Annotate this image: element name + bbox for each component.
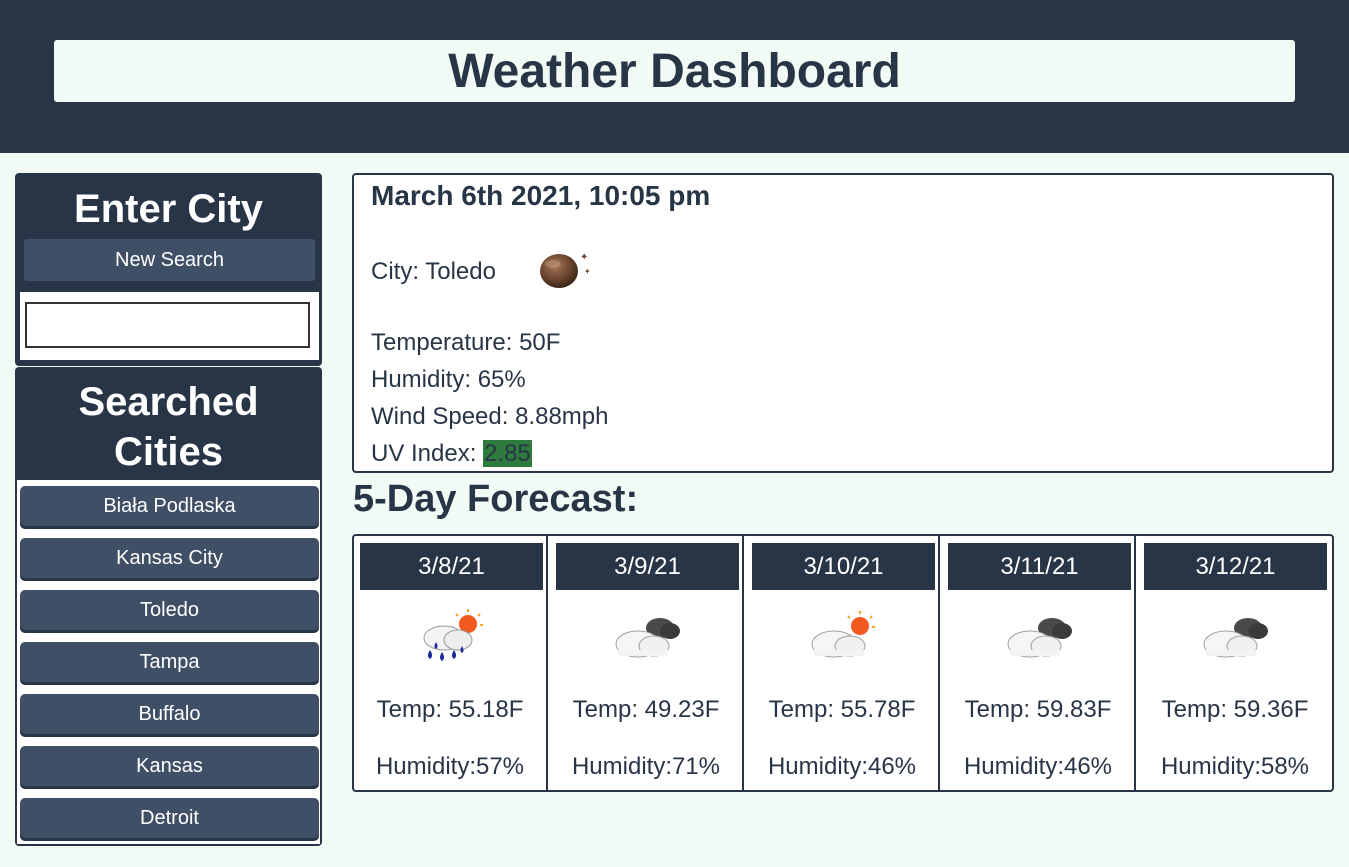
city-button-kansas-city[interactable]: Kansas City [20, 538, 319, 578]
current-weather-card: March 6th 2021, 10:05 pm City: Toledo ✦ … [352, 173, 1334, 473]
current-humidity: Humidity: 65% [371, 366, 526, 393]
forecast-date: 3/9/21 [556, 543, 739, 590]
svg-text:✦: ✦ [584, 267, 591, 276]
cloudy-icon [1007, 618, 1072, 658]
searched-cities-heading: Searched Cities [17, 377, 320, 477]
forecast-date: 3/12/21 [1144, 543, 1327, 590]
city-button-detroit[interactable]: Detroit [20, 798, 319, 838]
page-header: Weather Dashboard [0, 0, 1349, 153]
forecast-date: 3/10/21 [752, 543, 935, 590]
cloudy-icon [615, 618, 680, 658]
forecast-humidity: Humidity:46% [767, 753, 917, 780]
forecast-humidity: Humidity:57% [375, 753, 525, 780]
city-button-tampa[interactable]: Tampa [20, 642, 319, 682]
city-button-kansas[interactable]: Kansas [20, 746, 319, 786]
forecast-humidity: Humidity:58% [1160, 753, 1310, 780]
uv-label: UV Index: [371, 440, 484, 467]
svg-text:✦: ✦ [580, 252, 588, 263]
forecast-date: 3/8/21 [360, 543, 543, 590]
night-clear-moon-icon: ✦ ✦ [540, 252, 591, 288]
current-temperature: Temperature: 50F [371, 329, 561, 356]
search-input-wrapper [20, 292, 319, 360]
cloudy-icon [1203, 618, 1268, 658]
forecast-date: 3/11/21 [948, 543, 1131, 590]
rain-sun-icon [423, 609, 483, 661]
forecast-day-card: 3/11/21 Temp: 59.83F Humidity:46% [942, 536, 1136, 790]
partly-sunny-icon [811, 611, 875, 658]
forecast-humidity: Humidity:71% [571, 753, 721, 780]
city-button-buffalo[interactable]: Buffalo [20, 694, 319, 734]
title-banner: Weather Dashboard [54, 40, 1295, 102]
forecast-temp: Temp: 55.78F [768, 696, 916, 723]
city-button-biala-podlaska[interactable]: Biała Podlaska [20, 486, 319, 526]
forecast-day-card: 3/10/21 Temp: 55.78F Humidity:46% [746, 536, 940, 790]
current-uv-index: UV Index: 2.85 [371, 440, 532, 468]
searched-heading-line2: Cities [114, 430, 223, 474]
city-list: Biała Podlaska Kansas City Toledo Tampa … [17, 480, 320, 844]
forecast-container: 3/8/21 Temp: 55.18F Humidity:57% 3/9/21 [352, 534, 1334, 792]
forecast-heading: 5-Day Forecast: [353, 478, 639, 520]
forecast-humidity: Humidity:46% [963, 753, 1113, 780]
current-city: City: Toledo [371, 258, 496, 285]
enter-city-heading: Enter City [74, 187, 263, 231]
searched-cities-panel: Searched Cities Biała Podlaska Kansas Ci… [15, 367, 322, 846]
forecast-day-card: 3/12/21 Temp: 59.36F Humidity:58% [1138, 536, 1332, 790]
forecast-temp: Temp: 59.36F [1161, 696, 1309, 723]
forecast-temp: Temp: 55.18F [376, 696, 524, 723]
forecast-day-card: 3/8/21 Temp: 55.18F Humidity:57% [354, 536, 548, 790]
city-button-toledo[interactable]: Toledo [20, 590, 319, 630]
current-datetime: March 6th 2021, 10:05 pm [371, 180, 711, 211]
new-search-button[interactable]: New Search [24, 239, 315, 281]
searched-heading-line1: Searched [78, 380, 259, 424]
page-title: Weather Dashboard [448, 44, 901, 98]
current-wind-speed: Wind Speed: 8.88mph [371, 403, 609, 430]
forecast-day-card: 3/9/21 Temp: 49.23F Humidity:71% [550, 536, 744, 790]
forecast-temp: Temp: 49.23F [572, 696, 720, 723]
uv-value-badge: 2.85 [483, 440, 532, 467]
city-search-input[interactable] [25, 302, 310, 348]
forecast-temp: Temp: 59.83F [964, 696, 1112, 723]
enter-city-panel: Enter City New Search [15, 173, 322, 366]
